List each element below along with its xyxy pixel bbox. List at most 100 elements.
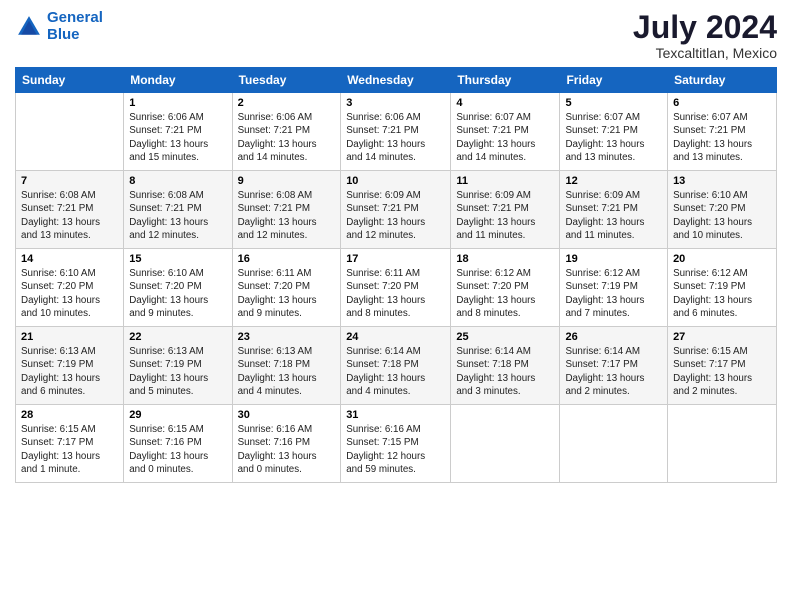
day-number: 16 (238, 253, 336, 265)
day-info: Sunrise: 6:12 AMSunset: 7:19 PMDaylight:… (565, 267, 662, 320)
day-number: 29 (129, 409, 226, 421)
day-number: 4 (456, 97, 554, 109)
calendar-day-cell: 2 Sunrise: 6:06 AMSunset: 7:21 PMDaylight… (232, 93, 341, 171)
calendar-day-cell: 23Sunrise: 6:13 AMSunset: 7:18 PMDayligh… (232, 327, 341, 405)
day-number: 30 (238, 409, 336, 421)
day-info: Sunrise: 6:11 AMSunset: 7:20 PMDaylight:… (346, 267, 445, 320)
calendar-day-cell: 8 Sunrise: 6:08 AMSunset: 7:21 PMDaylight… (124, 171, 232, 249)
logo-line1: General (47, 9, 103, 26)
day-number: 14 (21, 253, 118, 265)
day-info: Sunrise: 6:09 AMSunset: 7:21 PMDaylight:… (456, 189, 554, 242)
calendar-day-cell: 6Sunrise: 6:07 AMSunset: 7:21 PMDaylight… (668, 93, 777, 171)
day-info: Sunrise: 6:13 AMSunset: 7:18 PMDaylight:… (238, 345, 336, 398)
day-number: 2 (238, 97, 336, 109)
day-info: Sunrise: 6:11 AMSunset: 7:20 PMDaylight:… (238, 267, 336, 320)
calendar-day-cell: 17 Sunrise: 6:11 AMSunset: 7:20 PMDayligh… (341, 249, 451, 327)
day-number: 9 (238, 175, 336, 187)
calendar-day-cell: 28Sunrise: 6:15 AMSunset: 7:17 PMDayligh… (16, 405, 124, 483)
calendar-day-cell: 3Sunrise: 6:06 AMSunset: 7:21 PMDaylight… (341, 93, 451, 171)
logo: General Blue (15, 10, 103, 43)
day-info: Sunrise: 6:14 AMSunset: 7:17 PMDaylight:… (565, 345, 662, 398)
calendar-day-cell: 27 Sunrise: 6:15 AMSunset: 7:17 PMDayligh… (668, 327, 777, 405)
calendar-day-cell: 10 Sunrise: 6:09 AMSunset: 7:21 PMDayligh… (341, 171, 451, 249)
day-number: 12 (565, 175, 662, 187)
day-number: 24 (346, 331, 445, 343)
calendar-day-cell (560, 405, 668, 483)
calendar-table: SundayMondayTuesdayWednesdayThursdayFrid… (15, 67, 777, 483)
weekday-header-cell: Thursday (451, 68, 560, 93)
title-block: July 2024 Texcaltitlan, Mexico (633, 10, 777, 61)
day-info: Sunrise: 6:10 AMSunset: 7:20 PMDaylight:… (673, 189, 771, 242)
day-info: Sunrise: 6:07 AMSunset: 7:21 PMDaylight:… (456, 111, 554, 164)
calendar-day-cell (16, 93, 124, 171)
calendar-day-cell: 21 Sunrise: 6:13 AMSunset: 7:19 PMDayligh… (16, 327, 124, 405)
day-info: Sunrise: 6:16 AMSunset: 7:15 PMDaylight:… (346, 423, 445, 476)
day-info: Sunrise: 6:07 AMSunset: 7:21 PMDaylight:… (673, 111, 771, 164)
calendar-body: 1 Sunrise: 6:06 AMSunset: 7:21 PMDaylight… (16, 93, 777, 483)
day-info: Sunrise: 6:09 AMSunset: 7:21 PMDaylight:… (346, 189, 445, 242)
calendar-day-cell: 12 Sunrise: 6:09 AMSunset: 7:21 PMDayligh… (560, 171, 668, 249)
logo-text: General Blue (47, 10, 103, 43)
day-number: 25 (456, 331, 554, 343)
calendar-day-cell: 1 Sunrise: 6:06 AMSunset: 7:21 PMDaylight… (124, 93, 232, 171)
day-info: Sunrise: 6:16 AMSunset: 7:16 PMDaylight:… (238, 423, 336, 476)
day-number: 19 (565, 253, 662, 265)
calendar-day-cell: 13 Sunrise: 6:10 AMSunset: 7:20 PMDayligh… (668, 171, 777, 249)
weekday-header-cell: Wednesday (341, 68, 451, 93)
calendar-day-cell: 16 Sunrise: 6:11 AMSunset: 7:20 PMDayligh… (232, 249, 341, 327)
calendar-week-row: 1 Sunrise: 6:06 AMSunset: 7:21 PMDaylight… (16, 93, 777, 171)
logo-line2: Blue (47, 26, 80, 43)
calendar-week-row: 14 Sunrise: 6:10 AMSunset: 7:20 PMDayligh… (16, 249, 777, 327)
day-number: 10 (346, 175, 445, 187)
day-info: Sunrise: 6:06 AMSunset: 7:21 PMDaylight:… (346, 111, 445, 164)
calendar-day-cell: 18 Sunrise: 6:12 AMSunset: 7:20 PMDayligh… (451, 249, 560, 327)
day-info: Sunrise: 6:08 AMSunset: 7:21 PMDaylight:… (21, 189, 118, 242)
calendar-day-cell: 26 Sunrise: 6:14 AMSunset: 7:17 PMDayligh… (560, 327, 668, 405)
weekday-header-cell: Friday (560, 68, 668, 93)
calendar-day-cell: 25Sunrise: 6:14 AMSunset: 7:18 PMDayligh… (451, 327, 560, 405)
day-info: Sunrise: 6:12 AMSunset: 7:20 PMDaylight:… (456, 267, 554, 320)
day-number: 11 (456, 175, 554, 187)
day-number: 21 (21, 331, 118, 343)
day-number: 28 (21, 409, 118, 421)
day-info: Sunrise: 6:14 AMSunset: 7:18 PMDaylight:… (346, 345, 445, 398)
day-info: Sunrise: 6:06 AMSunset: 7:21 PMDaylight:… (238, 111, 336, 164)
day-number: 26 (565, 331, 662, 343)
calendar-day-cell: 9 Sunrise: 6:08 AMSunset: 7:21 PMDaylight… (232, 171, 341, 249)
calendar-day-cell (668, 405, 777, 483)
day-info: Sunrise: 6:06 AMSunset: 7:21 PMDaylight:… (129, 111, 226, 164)
calendar-week-row: 7Sunrise: 6:08 AMSunset: 7:21 PMDaylight… (16, 171, 777, 249)
main-title: July 2024 (633, 10, 777, 45)
day-number: 27 (673, 331, 771, 343)
day-number: 5 (565, 97, 662, 109)
day-info: Sunrise: 6:07 AMSunset: 7:21 PMDaylight:… (565, 111, 662, 164)
calendar-week-row: 28Sunrise: 6:15 AMSunset: 7:17 PMDayligh… (16, 405, 777, 483)
calendar-week-row: 21 Sunrise: 6:13 AMSunset: 7:19 PMDayligh… (16, 327, 777, 405)
day-number: 1 (129, 97, 226, 109)
day-info: Sunrise: 6:09 AMSunset: 7:21 PMDaylight:… (565, 189, 662, 242)
calendar-day-cell: 20Sunrise: 6:12 AMSunset: 7:19 PMDayligh… (668, 249, 777, 327)
day-info: Sunrise: 6:10 AMSunset: 7:20 PMDaylight:… (129, 267, 226, 320)
calendar-day-cell (451, 405, 560, 483)
calendar-day-cell: 29Sunrise: 6:15 AMSunset: 7:16 PMDayligh… (124, 405, 232, 483)
day-info: Sunrise: 6:13 AMSunset: 7:19 PMDaylight:… (21, 345, 118, 398)
day-info: Sunrise: 6:12 AMSunset: 7:19 PMDaylight:… (673, 267, 771, 320)
day-info: Sunrise: 6:08 AMSunset: 7:21 PMDaylight:… (129, 189, 226, 242)
day-number: 31 (346, 409, 445, 421)
calendar-day-cell: 24 Sunrise: 6:14 AMSunset: 7:18 PMDayligh… (341, 327, 451, 405)
day-info: Sunrise: 6:08 AMSunset: 7:21 PMDaylight:… (238, 189, 336, 242)
weekday-header-cell: Monday (124, 68, 232, 93)
day-info: Sunrise: 6:15 AMSunset: 7:17 PMDaylight:… (673, 345, 771, 398)
calendar-day-cell: 15Sunrise: 6:10 AMSunset: 7:20 PMDayligh… (124, 249, 232, 327)
day-number: 13 (673, 175, 771, 187)
day-number: 18 (456, 253, 554, 265)
calendar-day-cell: 11 Sunrise: 6:09 AMSunset: 7:21 PMDayligh… (451, 171, 560, 249)
calendar-day-cell: 31 Sunrise: 6:16 AMSunset: 7:15 PMDayligh… (341, 405, 451, 483)
day-info: Sunrise: 6:13 AMSunset: 7:19 PMDaylight:… (129, 345, 226, 398)
day-number: 8 (129, 175, 226, 187)
calendar-day-cell: 19 Sunrise: 6:12 AMSunset: 7:19 PMDayligh… (560, 249, 668, 327)
header: General Blue July 2024 Texcaltitlan, Mex… (15, 10, 777, 61)
day-number: 17 (346, 253, 445, 265)
day-info: Sunrise: 6:10 AMSunset: 7:20 PMDaylight:… (21, 267, 118, 320)
weekday-header-cell: Sunday (16, 68, 124, 93)
